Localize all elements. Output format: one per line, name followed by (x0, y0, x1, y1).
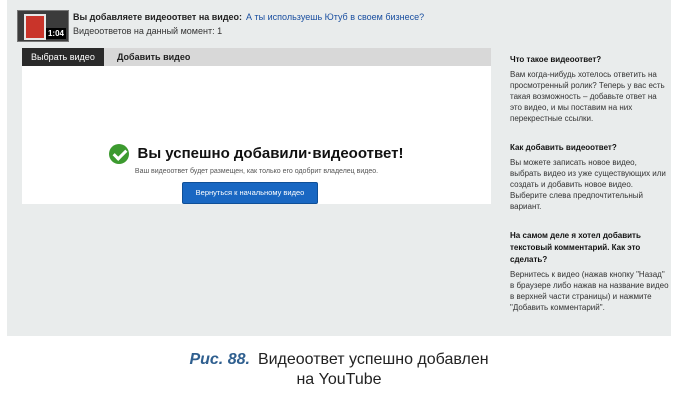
tab-add-video[interactable]: Добавить видео (108, 48, 199, 66)
caption-text-1: Видеоответ успешно добавлен (257, 351, 489, 368)
tab-bar: Выбрать видео Добавить видео (22, 48, 491, 66)
caption-figure-number: Рис. 88. (189, 351, 250, 368)
help-heading-how: Как добавить видеоответ? (510, 143, 617, 152)
back-to-video-button[interactable]: Вернуться к начальному видео (182, 182, 318, 204)
header-title-line: Вы добавляете видеоответ на видео: А ты и… (73, 12, 424, 22)
tab-choose-video[interactable]: Выбрать видео (22, 48, 104, 66)
responses-count: Видеоответов на данный момент: 1 (73, 26, 223, 36)
youtube-screen: 1:04 Вы добавляете видеоответ на видео: А… (7, 0, 671, 336)
success-subtitle: Ваш видеоответ будет размещен, как тольк… (134, 168, 379, 175)
help-sidebar: Что такое видеоответ? Вам когда-нибудь х… (510, 54, 670, 331)
caption-line-1: Рис. 88. Видеоответ успешно добавлен (0, 350, 678, 370)
success-title-text: Вы успешно добавили·видеоответ! (137, 144, 404, 162)
video-header: 1:04 Вы добавляете видеоответ на видео: А… (17, 10, 497, 42)
help-text-how: Вы можете записать новое видео, выбрать … (510, 158, 666, 211)
video-duration: 1:04 (45, 28, 66, 39)
header-title-prefix: Вы добавляете видеоответ на видео: (73, 12, 243, 22)
video-thumbnail[interactable]: 1:04 (17, 10, 69, 42)
figure-caption: Рис. 88. Видеоответ успешно добавлен на Y… (0, 350, 678, 390)
help-text-what: Вам когда-нибудь хотелось ответить на пр… (510, 70, 665, 123)
help-heading-what: Что такое видеоответ? (510, 55, 602, 64)
thumbnail-image (24, 14, 46, 40)
main-panel: Выбрать видео Добавить видео Вы успешно … (22, 48, 491, 204)
help-heading-comment: На самом деле я хотел добавить текстовый… (510, 231, 641, 264)
checkmark-icon (109, 144, 130, 164)
caption-text-2: на YouTube (296, 371, 382, 388)
original-video-link[interactable]: А ты используешь Ютуб в своем бизнесе? (246, 12, 424, 22)
success-title: Вы успешно добавили·видеоответ! (22, 144, 491, 164)
help-text-comment: Вернитесь к видео (нажав кнопку "Назад" … (510, 270, 669, 312)
